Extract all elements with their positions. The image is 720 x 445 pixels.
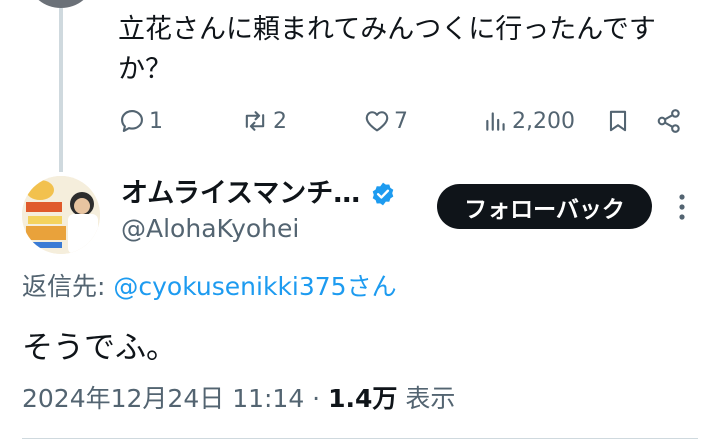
reply-count: 1	[149, 108, 163, 134]
verified-icon	[372, 182, 394, 206]
bookmark-icon	[609, 110, 627, 132]
reply-to-prefix: 返信先:	[22, 272, 114, 301]
like-icon	[365, 111, 389, 132]
retweet-icon	[245, 111, 265, 131]
like-count: 7	[394, 108, 408, 134]
views-icon	[486, 112, 505, 131]
views-button[interactable]: 2,200	[483, 104, 575, 138]
tweet-meta: 2024年12月24日 11:14 · 1.4万 表示	[22, 380, 455, 418]
views-count: 2,200	[512, 108, 575, 134]
share-button[interactable]	[655, 104, 683, 138]
retweet-button[interactable]: 2	[240, 104, 287, 138]
tweet-text: そうでふ。	[22, 330, 177, 366]
previous-avatar[interactable]	[30, 0, 92, 8]
thread-connector-line	[59, 8, 63, 172]
reply-icon	[121, 110, 143, 132]
reply-to-line: 返信先: @cyokusenikki375さん	[22, 268, 397, 306]
views-label: 表示	[397, 384, 456, 413]
reply-to-mention[interactable]: @cyokusenikki375	[113, 272, 346, 301]
user-handle[interactable]: @AlohaKyohei	[121, 211, 299, 247]
avatar-image	[22, 176, 100, 254]
follow-back-button[interactable]: フォローバック	[437, 184, 652, 229]
views-total: 1.4万	[328, 384, 398, 413]
avatar[interactable]	[22, 176, 100, 254]
reply-to-mention-link[interactable]: @cyokusenikki375さん	[113, 272, 396, 301]
divider	[22, 438, 698, 439]
display-name[interactable]: オムライスマンチ…	[121, 176, 360, 212]
reply-to-suffix[interactable]: さん	[347, 272, 397, 301]
bookmark-button[interactable]	[605, 104, 631, 138]
retweet-count: 2	[273, 108, 287, 134]
timestamp[interactable]: 2024年12月24日 11:14 ·	[22, 384, 328, 413]
previous-tweet-text: 立花さんに頼まれてみんつくに行ったんですか？	[118, 14, 656, 85]
more-icon[interactable]	[672, 190, 692, 224]
share-icon	[657, 109, 680, 133]
like-button[interactable]: 7	[363, 104, 408, 138]
reply-button[interactable]: 1	[118, 104, 163, 138]
